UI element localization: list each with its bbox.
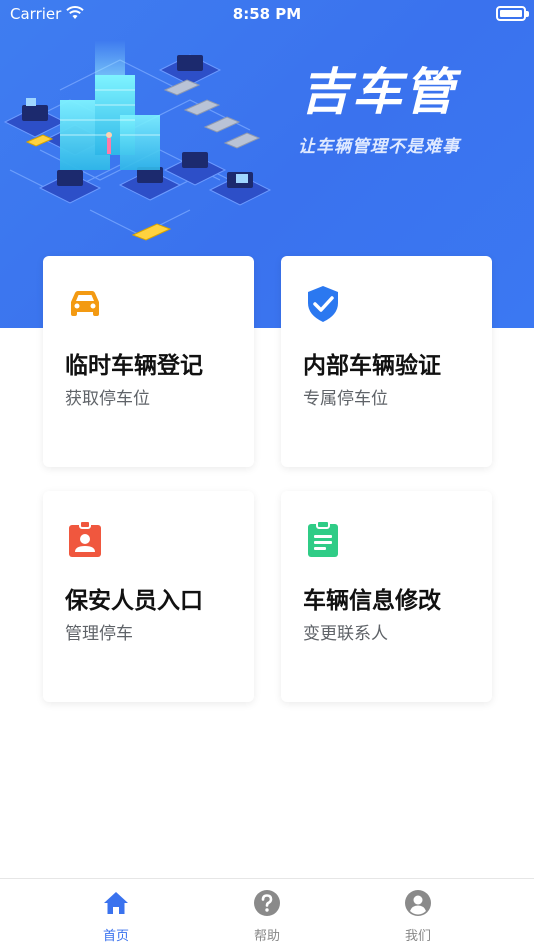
tab-label: 我们 [404,929,431,944]
home-icon [104,892,128,914]
app-title: 吉车管 [300,63,456,121]
status-bar: Carrier 8:58 PM [0,0,534,28]
clipboard-icon [308,520,338,557]
card-subtitle: 专属停车位 [303,389,388,409]
help-icon [254,890,280,916]
security-staff-entry-card[interactable]: 保安人员入口 管理停车 [43,491,254,702]
card-title: 车辆信息修改 [303,588,441,614]
shield-check-icon [308,286,338,322]
tab-about-us[interactable]: 我们 [329,879,507,950]
internal-vehicle-verification-card[interactable]: 内部车辆验证 专属停车位 [281,256,492,467]
car-icon [71,291,99,316]
user-icon [405,890,431,916]
battery-icon [496,6,529,21]
card-subtitle: 管理停车 [65,624,133,644]
card-title: 保安人员入口 [65,588,203,614]
vehicle-info-edit-card[interactable]: 车辆信息修改 变更联系人 [281,491,492,702]
smart-parking-illustration [3,40,272,241]
card-subtitle: 获取停车位 [65,389,150,409]
card-title: 临时车辆登记 [65,353,203,379]
card-subtitle: 变更联系人 [303,624,388,644]
clock: 8:58 PM [232,5,302,23]
card-title: 内部车辆验证 [303,353,441,379]
id-badge-icon [69,520,101,557]
bottom-tab-bar: 首页 帮助 我们 [0,878,534,950]
temporary-vehicle-registration-card[interactable]: 临时车辆登记 获取停车位 [43,256,254,467]
app-slogan: 让车辆管理不是难事 [298,137,460,157]
